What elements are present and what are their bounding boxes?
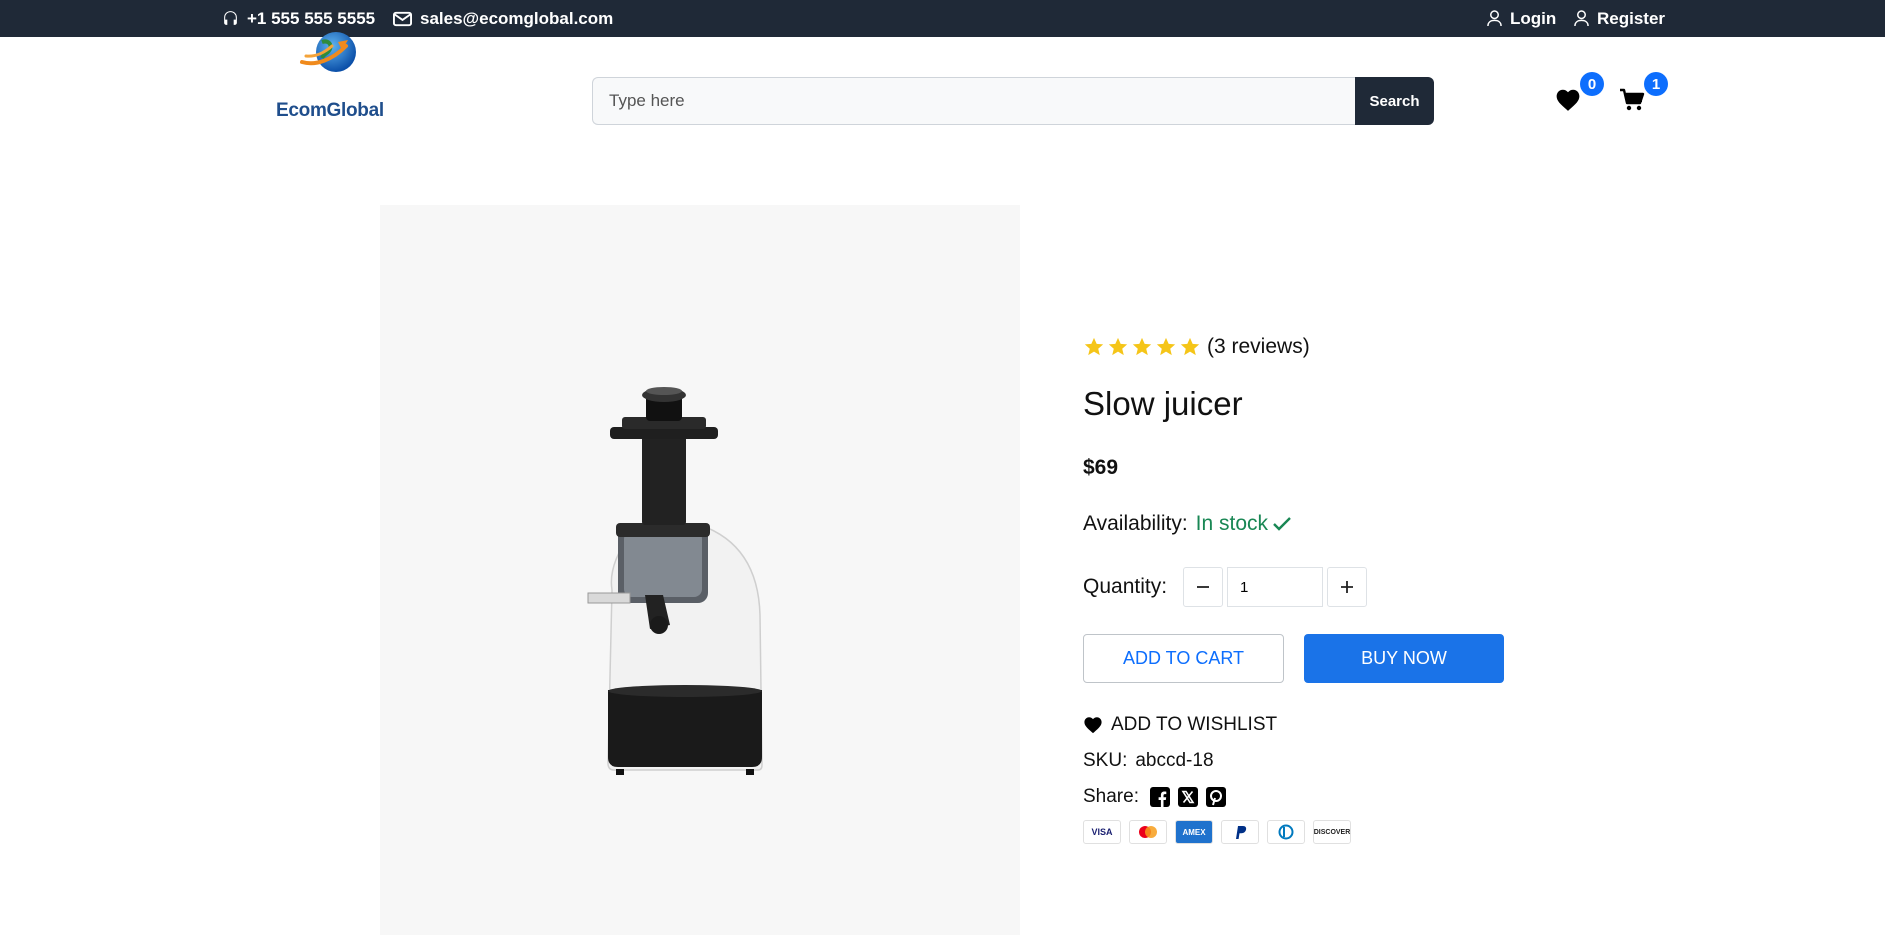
share-label: Share:	[1083, 786, 1139, 807]
globe-logo-icon	[300, 32, 356, 72]
star-icon	[1132, 337, 1152, 356]
paypal-card	[1221, 820, 1259, 844]
star-icon	[1108, 337, 1128, 356]
availability: Availability: In stock	[1083, 512, 1292, 536]
discover-card: DISCOVER	[1313, 820, 1351, 844]
decrease-quantity-button[interactable]	[1183, 567, 1224, 607]
payment-methods: VISA AMEX DISCOVER	[1083, 820, 1351, 844]
cart-icon	[1620, 88, 1645, 111]
visa-card: VISA	[1083, 820, 1121, 844]
increase-quantity-button[interactable]	[1327, 567, 1368, 607]
phone-number: +1 555 555 5555	[247, 8, 376, 28]
product-image[interactable]	[380, 205, 1020, 935]
check-icon	[1273, 517, 1291, 531]
register-label: Register	[1597, 8, 1666, 28]
amex-label: AMEX	[1182, 827, 1206, 837]
x-twitter-icon[interactable]	[1177, 786, 1199, 808]
search-bar: Search	[592, 77, 1434, 125]
sku-label: SKU:	[1083, 750, 1128, 771]
add-to-wishlist-label: ADD TO WISHLIST	[1111, 714, 1278, 735]
quantity-label: Quantity:	[1083, 575, 1168, 598]
quantity-row: Quantity:	[1083, 567, 1368, 607]
logo-text: EcomGlobal	[276, 100, 384, 121]
cart-count-badge: 1	[1644, 72, 1668, 96]
headset-icon	[224, 11, 237, 25]
register-link[interactable]: Register	[1574, 0, 1665, 37]
heart-icon	[1084, 717, 1102, 734]
product-rating[interactable]: (3 reviews)	[1083, 335, 1310, 359]
pinterest-icon[interactable]	[1205, 786, 1227, 808]
email-address: sales@ecomglobal.com	[420, 8, 614, 28]
minus-icon	[1197, 586, 1210, 588]
facebook-icon[interactable]	[1149, 786, 1171, 808]
mastercard-card	[1129, 820, 1167, 844]
user-icon	[1487, 10, 1502, 27]
user-icon	[1574, 10, 1589, 27]
buy-now-button[interactable]: BUY NOW	[1304, 634, 1504, 683]
share-row: Share:	[1083, 786, 1227, 808]
mastercard-icon	[1139, 826, 1157, 838]
add-to-cart-button[interactable]: ADD TO CART	[1083, 634, 1284, 683]
visa-label: VISA	[1091, 827, 1113, 837]
login-label: Login	[1510, 8, 1557, 28]
diners-card	[1267, 820, 1305, 844]
heart-icon	[1556, 89, 1580, 111]
sku-row: SKU: abccd-18	[1083, 750, 1214, 772]
amex-card: AMEX	[1175, 820, 1213, 844]
wishlist-button[interactable]: 0	[1555, 72, 1604, 116]
quantity-input[interactable]	[1227, 567, 1324, 607]
star-icon	[1180, 337, 1200, 356]
reviews-count: (3 reviews)	[1207, 335, 1310, 358]
availability-label: Availability:	[1083, 512, 1188, 535]
product-price: $69	[1083, 456, 1119, 479]
sku-value: abccd-18	[1135, 750, 1214, 771]
stock-status: In stock	[1196, 512, 1292, 536]
login-link[interactable]: Login	[1487, 0, 1556, 37]
stock-status-text: In stock	[1195, 512, 1269, 535]
search-button[interactable]: Search	[1355, 77, 1434, 125]
purchase-actions: ADD TO CART BUY NOW	[1083, 634, 1504, 683]
product-title: Slow juicer	[1083, 385, 1243, 422]
slow-juicer-image	[587, 387, 763, 775]
paypal-icon	[1236, 826, 1247, 839]
diners-club-icon	[1278, 824, 1294, 840]
search-input[interactable]	[592, 77, 1355, 125]
plus-icon	[1341, 581, 1354, 593]
star-icon	[1156, 337, 1176, 356]
cart-button[interactable]: 1	[1619, 72, 1668, 116]
discover-label: DISCOVER	[1313, 828, 1351, 836]
star-icon	[1084, 337, 1104, 356]
envelope-icon	[393, 11, 412, 26]
add-to-wishlist-link[interactable]: ADD TO WISHLIST	[1083, 714, 1277, 736]
wishlist-count-badge: 0	[1580, 72, 1604, 96]
site-logo[interactable]: EcomGlobal	[276, 28, 448, 138]
